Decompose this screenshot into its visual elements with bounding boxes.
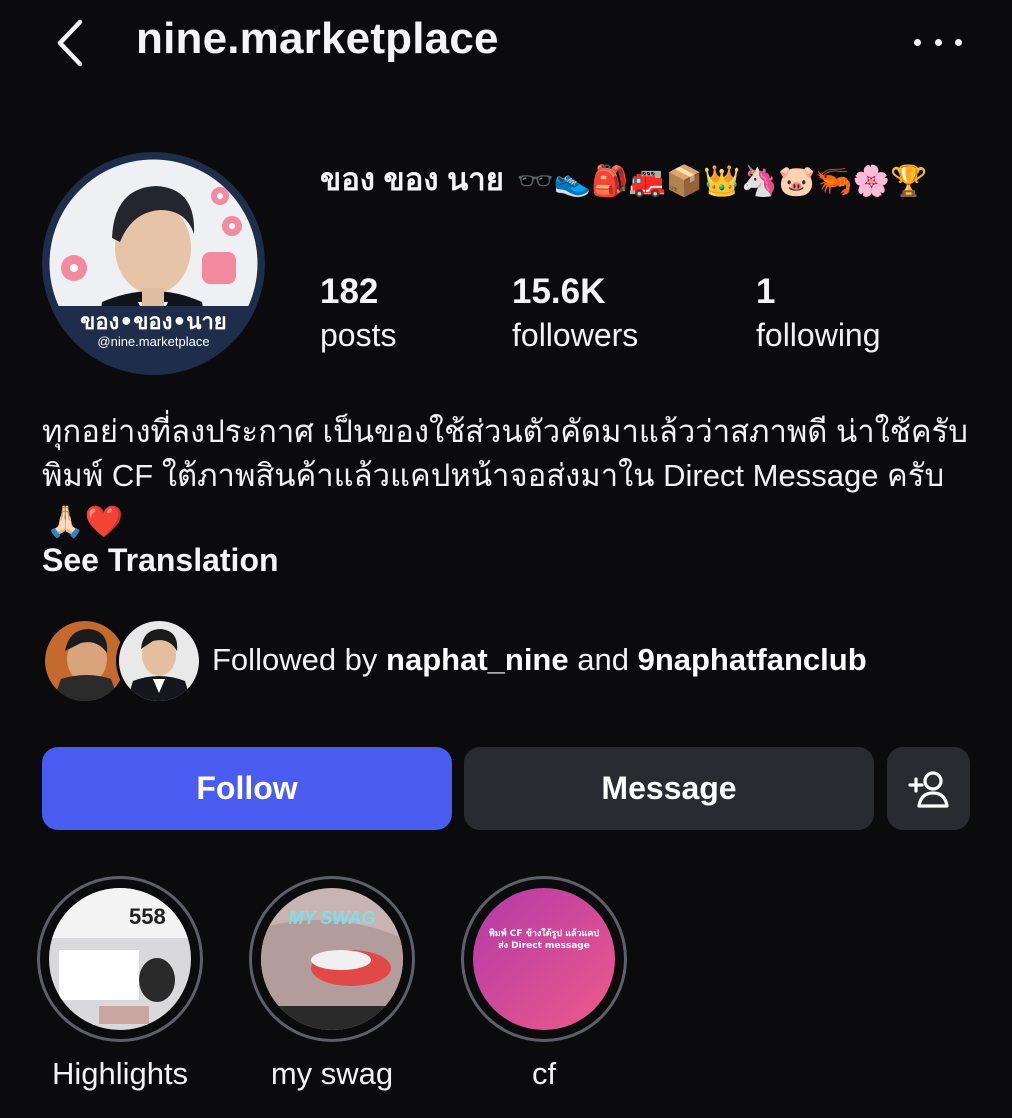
highlight-ring: MY SWAG — [249, 876, 415, 1042]
suggested-users-button[interactable] — [887, 747, 970, 830]
highlight-cover: MY SWAG — [261, 888, 403, 1030]
profile-avatar[interactable]: ของ•ของ•นาย @nine.marketplace — [42, 152, 265, 375]
profile-bio: ทุกอย่างที่ลงประกาศ เป็นของใช้ส่วนตัวคัด… — [42, 410, 972, 544]
bio-text: ทุกอย่างที่ลงประกาศ เป็นของใช้ส่วนตัวคัด… — [42, 414, 968, 493]
highlight-cover-text: 558 — [129, 904, 166, 929]
posts-count: 182 — [320, 272, 379, 311]
followed-by-conj: and — [568, 642, 638, 677]
display-name-emojis: 🕶️👟🎒🚒📦👑🦄🐷🦐🌸🏆 — [516, 164, 928, 198]
more-options-button[interactable] — [914, 28, 962, 56]
mutual-followers-avatars[interactable] — [42, 618, 202, 704]
back-button[interactable] — [52, 18, 92, 68]
see-translation-link[interactable]: See Translation — [42, 540, 279, 580]
followed-by-user-1[interactable]: naphat_nine — [386, 642, 569, 677]
more-dot — [934, 38, 942, 46]
following-label: following — [756, 317, 881, 353]
avatar-handle: @nine.marketplace — [97, 334, 209, 349]
more-dot — [955, 38, 962, 46]
following-count: 1 — [756, 272, 776, 311]
followed-by-text[interactable]: Followed by naphat_nine and 9naphatfancl… — [212, 640, 867, 680]
followed-by-prefix: Followed by — [212, 642, 387, 677]
top-bar: nine.marketplace — [0, 0, 1012, 84]
highlight-item[interactable]: MY SWAG my swag — [247, 876, 417, 1094]
avatar-caption: ของ•ของ•นาย — [80, 310, 226, 335]
message-button[interactable]: Message — [464, 747, 874, 830]
add-person-icon — [907, 770, 949, 808]
followed-by-user-2[interactable]: 9naphatfanclub — [638, 642, 867, 677]
posts-label: posts — [320, 317, 397, 353]
highlight-item[interactable]: 558 Highlights — [35, 876, 205, 1094]
highlight-cover-text: พิมพ์ CF ข้างใต้รูป แล้วแคปส่ง Direct me… — [488, 929, 600, 951]
profile-screen: nine.marketplace ของ•ของ•นาย @nine.marke… — [0, 0, 1012, 1118]
posts-stat[interactable]: 182 posts — [320, 270, 396, 356]
highlight-cover-text: MY SWAG — [289, 908, 376, 928]
chevron-left-icon — [57, 19, 83, 67]
bio-emojis: 🙏🏻❤️ — [46, 503, 124, 539]
highlight-cover: พิมพ์ CF ข้างใต้รูป แล้วแคปส่ง Direct me… — [473, 888, 615, 1030]
following-stat[interactable]: 1 following — [756, 270, 881, 356]
more-horizontal-icon — [914, 38, 921, 46]
highlight-cover: 558 — [49, 888, 191, 1030]
highlight-label: cf — [531, 1056, 557, 1091]
highlight-label: Highlights — [51, 1056, 189, 1091]
display-name-text: ของ ของ นาย — [320, 162, 504, 197]
profile-username: nine.marketplace — [136, 14, 499, 63]
highlight-item[interactable]: พิมพ์ CF ข้างใต้รูป แล้วแคปส่ง Direct me… — [459, 876, 629, 1094]
display-name: ของ ของ นาย 🕶️👟🎒🚒📦👑🦄🐷🦐🌸🏆 — [320, 160, 970, 202]
highlight-label: my swag — [270, 1056, 394, 1091]
followers-count: 15.6K — [512, 272, 606, 311]
followers-stat[interactable]: 15.6K followers — [512, 270, 638, 356]
highlight-ring: 558 — [37, 876, 203, 1042]
follow-button[interactable]: Follow — [42, 747, 452, 830]
followers-label: followers — [512, 317, 639, 353]
highlight-ring: พิมพ์ CF ข้างใต้รูป แล้วแคปส่ง Direct me… — [461, 876, 627, 1042]
mutual-avatar-2 — [116, 618, 202, 704]
